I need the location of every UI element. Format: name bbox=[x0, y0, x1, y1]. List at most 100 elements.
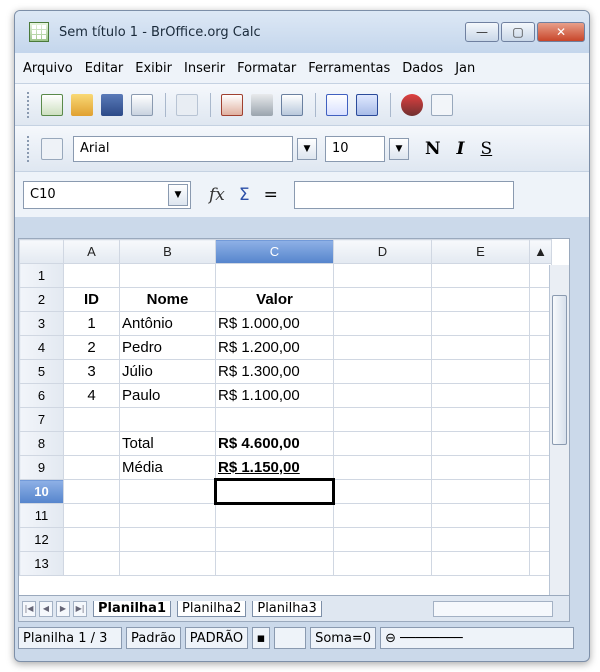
cell[interactable]: 3 bbox=[63, 359, 120, 384]
cell[interactable]: Júlio bbox=[119, 359, 216, 384]
page-style[interactable]: Padrão bbox=[126, 627, 181, 649]
row-header[interactable]: 13 bbox=[19, 551, 64, 576]
maximize-button[interactable]: ▢ bbox=[501, 22, 535, 42]
cell[interactable] bbox=[333, 551, 432, 576]
font-size-dropdown-icon[interactable]: ▼ bbox=[389, 137, 409, 160]
zoom-slider[interactable]: ⊖ ──────── bbox=[380, 627, 574, 649]
column-header-e[interactable]: E bbox=[431, 239, 530, 264]
close-button[interactable]: ✕ bbox=[537, 22, 585, 42]
cell[interactable] bbox=[215, 407, 334, 432]
open-folder-icon[interactable] bbox=[71, 93, 93, 116]
first-sheet-icon[interactable]: |◀ bbox=[22, 600, 36, 617]
cell[interactable]: R$ 1.200,00 bbox=[215, 335, 334, 360]
vertical-scroll-thumb[interactable] bbox=[552, 295, 567, 445]
insert-mode[interactable]: PADRÃO bbox=[184, 627, 249, 649]
cell[interactable] bbox=[215, 503, 334, 528]
cell[interactable] bbox=[333, 527, 432, 552]
cell[interactable] bbox=[215, 527, 334, 552]
row-header[interactable]: 4 bbox=[19, 335, 64, 360]
cell[interactable] bbox=[333, 359, 432, 384]
cell[interactable]: R$ 1.150,00 bbox=[215, 455, 334, 480]
cell[interactable] bbox=[431, 431, 530, 456]
italic-button[interactable]: I bbox=[457, 139, 465, 159]
cell[interactable]: R$ 1.100,00 bbox=[215, 383, 334, 408]
cell[interactable] bbox=[333, 407, 432, 432]
sum-icon[interactable]: Σ bbox=[239, 185, 250, 205]
font-name-dropdown-icon[interactable]: ▼ bbox=[297, 137, 317, 160]
cell[interactable] bbox=[63, 263, 120, 288]
cell[interactable]: R$ 1.000,00 bbox=[215, 311, 334, 336]
cell[interactable]: Pedro bbox=[119, 335, 216, 360]
cell[interactable] bbox=[333, 263, 432, 288]
cell[interactable] bbox=[63, 407, 120, 432]
cell[interactable]: R$ 4.600,00 bbox=[215, 431, 334, 456]
next-sheet-icon[interactable]: ▶ bbox=[56, 600, 70, 617]
cell[interactable] bbox=[333, 431, 432, 456]
cell[interactable] bbox=[63, 455, 120, 480]
edit-file-icon[interactable] bbox=[176, 93, 198, 116]
menu-formatar[interactable]: Formatar bbox=[237, 61, 296, 76]
email-icon[interactable] bbox=[131, 93, 153, 116]
selection-mode-icon[interactable]: ▪ bbox=[252, 627, 271, 649]
print-preview-icon[interactable] bbox=[281, 93, 303, 116]
horizontal-scrollbar[interactable] bbox=[433, 600, 553, 617]
row-header[interactable]: 9 bbox=[19, 455, 64, 480]
cell[interactable]: Média bbox=[119, 455, 216, 480]
menu-ferramentas[interactable]: Ferramentas bbox=[308, 61, 390, 76]
cell[interactable] bbox=[333, 479, 432, 504]
cell[interactable] bbox=[333, 311, 432, 336]
prev-sheet-icon[interactable]: ◀ bbox=[39, 600, 53, 617]
active-cell-c10[interactable] bbox=[214, 478, 335, 505]
cell[interactable] bbox=[119, 527, 216, 552]
cell[interactable] bbox=[63, 431, 120, 456]
cell[interactable] bbox=[333, 287, 432, 312]
bold-button[interactable]: N bbox=[425, 139, 441, 159]
cell[interactable] bbox=[63, 527, 120, 552]
cell[interactable] bbox=[63, 503, 120, 528]
name-box-dropdown-icon[interactable]: ▼ bbox=[168, 183, 188, 206]
function-wizard-icon[interactable]: fx bbox=[209, 185, 225, 205]
cell[interactable]: Total bbox=[119, 431, 216, 456]
cell[interactable]: Antônio bbox=[119, 311, 216, 336]
font-size-box[interactable]: 10 bbox=[325, 135, 385, 162]
cell[interactable]: R$ 1.300,00 bbox=[215, 359, 334, 384]
font-name-box[interactable]: Arial bbox=[73, 135, 293, 162]
cell[interactable] bbox=[431, 479, 530, 504]
menu-inserir[interactable]: Inserir bbox=[184, 61, 225, 76]
cell[interactable] bbox=[431, 335, 530, 360]
vertical-scrollbar[interactable] bbox=[549, 265, 569, 595]
cell[interactable] bbox=[333, 455, 432, 480]
cell[interactable] bbox=[431, 263, 530, 288]
underline-button[interactable]: S bbox=[481, 139, 493, 159]
cell[interactable]: Paulo bbox=[119, 383, 216, 408]
cell[interactable] bbox=[431, 383, 530, 408]
row-header[interactable]: 3 bbox=[19, 311, 64, 336]
row-header[interactable]: 8 bbox=[19, 431, 64, 456]
row-header[interactable]: 2 bbox=[19, 287, 64, 312]
cell[interactable]: 2 bbox=[63, 335, 120, 360]
cell[interactable] bbox=[119, 479, 216, 504]
column-header-d[interactable]: D bbox=[333, 239, 432, 264]
cell[interactable] bbox=[119, 263, 216, 288]
tab-planilha3[interactable]: Planilha3 bbox=[252, 600, 322, 617]
select-all-corner[interactable] bbox=[19, 239, 64, 264]
toolbar-grip[interactable] bbox=[27, 91, 31, 118]
column-header-b[interactable]: B bbox=[119, 239, 216, 264]
menu-dados[interactable]: Dados bbox=[402, 61, 443, 76]
last-sheet-icon[interactable]: ▶| bbox=[73, 600, 87, 617]
print-icon[interactable] bbox=[251, 93, 273, 116]
menu-exibir[interactable]: Exibir bbox=[135, 61, 172, 76]
cell[interactable] bbox=[119, 407, 216, 432]
tab-planilha1[interactable]: Planilha1 bbox=[93, 600, 171, 617]
minimize-button[interactable]: — bbox=[465, 22, 499, 42]
cell[interactable] bbox=[431, 287, 530, 312]
save-icon[interactable] bbox=[101, 93, 123, 116]
spellcheck-icon[interactable] bbox=[326, 93, 348, 116]
cell[interactable]: Nome bbox=[119, 287, 216, 312]
cell[interactable] bbox=[431, 503, 530, 528]
export-pdf-icon[interactable] bbox=[221, 93, 243, 116]
cell[interactable] bbox=[119, 551, 216, 576]
cell[interactable] bbox=[431, 407, 530, 432]
toolbar-grip[interactable] bbox=[27, 135, 31, 162]
cell[interactable] bbox=[431, 551, 530, 576]
